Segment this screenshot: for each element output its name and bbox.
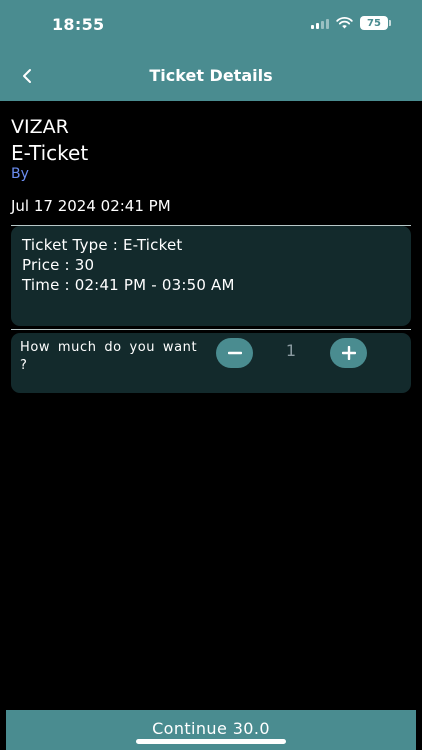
- status-time: 18:55: [52, 15, 105, 34]
- decrement-button[interactable]: [216, 338, 253, 368]
- home-indicator: [136, 739, 286, 744]
- event-name: VIZAR: [11, 116, 69, 138]
- continue-button[interactable]: Continue 30.0: [6, 710, 416, 750]
- ticket-price: Price : 30: [22, 256, 95, 274]
- increment-button[interactable]: [330, 338, 367, 368]
- plus-icon: [341, 346, 356, 360]
- cellular-signal-icon: [311, 18, 329, 29]
- quantity-value: 1: [285, 341, 297, 360]
- ticket-time: Time : 02:41 PM - 03:50 AM: [22, 276, 235, 294]
- status-icons: 75: [311, 16, 391, 30]
- minus-icon: [227, 351, 242, 355]
- ticket-type: Ticket Type : E-Ticket: [22, 236, 183, 254]
- quantity-question: How much do you want ?: [20, 340, 198, 373]
- organizer-link[interactable]: By: [11, 166, 29, 182]
- event-date: Jul 17 2024 02:41 PM: [11, 197, 171, 215]
- top-bar: 18:55 75 Ticket Details: [0, 0, 422, 101]
- page-title: Ticket Details: [149, 66, 273, 85]
- ticket-info-card: Ticket Type : E-Ticket Price : 30 Time :…: [11, 226, 411, 326]
- event-ticket-kind: E-Ticket: [11, 141, 89, 165]
- battery-icon: 75: [360, 16, 391, 30]
- wifi-icon: [336, 17, 353, 29]
- divider: [11, 329, 411, 330]
- quantity-card: How much do you want ? 1: [11, 333, 411, 393]
